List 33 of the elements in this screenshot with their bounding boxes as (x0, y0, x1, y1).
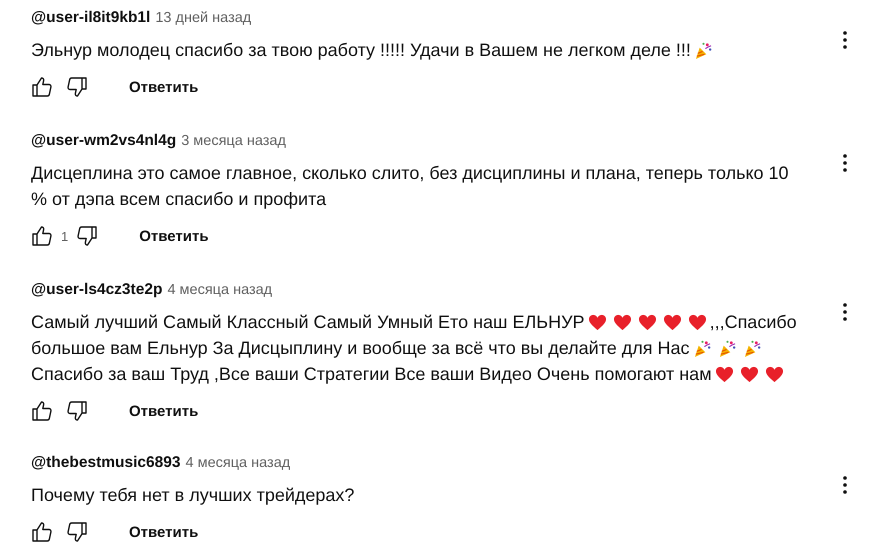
comment-time[interactable]: 4 месяца назад (186, 455, 290, 471)
party-popper-icon (742, 338, 762, 358)
comment-time[interactable]: 4 месяца назад (167, 282, 272, 298)
heart-icon (662, 312, 682, 332)
comment-time[interactable]: 3 месяца назад (181, 133, 286, 149)
author-name[interactable]: @user-ls4cz3te2p (31, 281, 162, 299)
comment-text: Эльнур молодец спасибо за твою работу !!!!! Удачи в Вашем не легком деле !!! (31, 39, 691, 62)
heart-icon (688, 312, 707, 332)
party-popper-icon (694, 40, 713, 60)
like-count: 1 (61, 228, 68, 244)
reply-button[interactable]: Ответить (129, 524, 198, 540)
heart-icon (588, 312, 607, 332)
comment-time[interactable]: 13 дней назад (155, 10, 252, 26)
comment-text: большое вам Ельнур За Дисцыплину и вообще за всё что вы делайте для Нас (31, 337, 690, 360)
reply-button[interactable]: Ответить (139, 228, 209, 244)
author-name[interactable]: @user-il8it9kb1l (31, 9, 150, 27)
heart-icon (740, 364, 759, 384)
author-name[interactable]: @thebestmusic6893 (31, 454, 181, 472)
reply-button[interactable]: Ответить (129, 402, 198, 420)
reply-button[interactable]: Ответить (129, 78, 198, 96)
heart-icon (612, 312, 632, 332)
author-name[interactable]: @user-wm2vs4nl4g (31, 132, 176, 150)
party-popper-icon (692, 338, 712, 358)
comment-text: Дисцеплина это самое главное, сколько слито, без дисциплины и плана, теперь только 10 (31, 162, 789, 185)
heart-icon (714, 364, 734, 384)
comment-text: Спасибо за ваш Труд ,Все ваши Стратегии Все ваши Видео Очень помогают нам (31, 363, 712, 386)
party-popper-icon (718, 338, 737, 358)
heart-icon (638, 312, 657, 332)
comment-text: Самый лучший Самый Классный Самый Умный Ето наш ЕЛЬНУР (31, 311, 585, 334)
heart-icon (764, 364, 784, 384)
comment-text: % от дэпа всем спасибо и профита (31, 188, 326, 211)
comment-text: ,,,Спасибо (710, 311, 797, 334)
comment-text: Почему тебя нет в лучших трейдерах? (31, 484, 354, 507)
